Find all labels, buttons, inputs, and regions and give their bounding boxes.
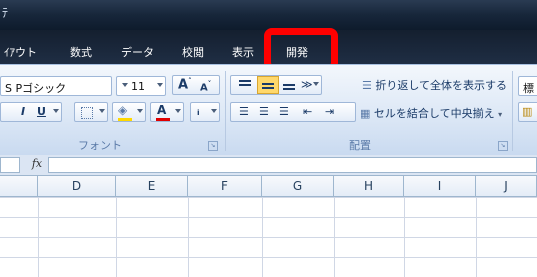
borders-icon — [81, 107, 93, 119]
tab-formulas[interactable]: 数式 — [70, 44, 92, 60]
cell-grid[interactable] — [0, 197, 537, 277]
merge-cells-icon: ▦ — [360, 107, 371, 120]
grid-line — [476, 197, 477, 277]
font-color-button[interactable]: A — [150, 102, 184, 122]
font-size-dropdown-icon — [122, 83, 128, 87]
align-right-icon[interactable]: ☰ — [279, 105, 289, 118]
group-separator — [225, 71, 226, 151]
column-header-h[interactable]: H — [334, 176, 404, 196]
fill-color-button[interactable]: ◈ — [112, 102, 146, 122]
borders-dropdown-icon — [99, 109, 105, 113]
formula-input[interactable] — [48, 157, 537, 173]
font-group-label: フォント — [78, 139, 122, 152]
tab-layout[interactable]: ｲｱウト — [4, 44, 37, 60]
column-header-e[interactable]: E — [116, 176, 188, 196]
column-headers: D E F G H I J — [0, 176, 537, 197]
grid-line — [334, 197, 335, 277]
grid-line — [188, 197, 189, 277]
align-center-icon[interactable]: ☰ — [259, 105, 269, 118]
window-title: ﾃ — [2, 6, 9, 20]
align-top-icon[interactable] — [235, 76, 257, 94]
font-size-combobox[interactable]: 11 — [116, 76, 166, 96]
currency-icon: ▥ — [522, 105, 533, 118]
column-header-d[interactable]: D — [38, 176, 116, 196]
font-color-dropdown-icon — [175, 109, 181, 113]
merge-dropdown-icon: ▾ — [498, 110, 503, 119]
insert-function-icon[interactable]: fx — [28, 157, 46, 173]
wrap-text-icon: ☰ — [362, 79, 372, 92]
grid-line — [404, 197, 405, 277]
borders-button[interactable] — [74, 102, 108, 122]
chevron-down-icon — [157, 83, 163, 87]
name-box[interactable] — [0, 157, 20, 173]
wrap-text-button[interactable]: ☰ 折り返して全体を表示する — [362, 77, 507, 93]
increase-indent-icon[interactable]: ⇥ — [325, 105, 334, 118]
number-format-value: 標 — [523, 82, 534, 95]
orientation-dropdown-icon[interactable] — [313, 82, 319, 86]
underline-icon[interactable]: U — [37, 105, 46, 118]
align-left-icon[interactable]: ☰ — [239, 105, 249, 118]
font-name-value: S Pゴシック — [5, 82, 67, 95]
column-header-partial[interactable] — [0, 176, 38, 196]
group-separator — [512, 71, 513, 151]
phonetic-button[interactable]: ᵢ — [190, 102, 220, 122]
currency-format-button[interactable]: ▥ — [518, 102, 537, 122]
font-color-swatch — [156, 118, 170, 121]
align-bottom-icon[interactable] — [279, 76, 299, 94]
orientation-icon[interactable]: ≫ — [301, 78, 313, 91]
font-dialog-launcher-icon[interactable]: ↘ — [208, 141, 218, 151]
merge-center-button[interactable]: ▦ セルを結合して中央揃え ▾ — [360, 105, 502, 121]
phonetic-guide-icon: ᵢ — [197, 104, 200, 118]
column-header-j[interactable]: J — [476, 176, 537, 196]
wrap-text-label: 折り返して全体を表示する — [375, 79, 508, 92]
font-name-combobox[interactable]: S Pゴシック — [0, 76, 112, 96]
formula-bar: fx — [0, 155, 537, 176]
vertical-align-buttons: ≫ — [230, 75, 322, 95]
grid-line — [38, 197, 39, 277]
align-middle-icon[interactable] — [257, 76, 279, 94]
grid-line — [262, 197, 263, 277]
font-size-adjust-buttons: A˄ A˅ — [172, 75, 220, 95]
tab-review[interactable]: 校閲 — [182, 44, 204, 60]
text-style-buttons: I U — [0, 102, 62, 122]
ribbon: S Pゴシック 11 A˄ A˅ I U ◈ A ᵢ フォント ↘ ≫ ☰ 折り… — [0, 64, 537, 155]
font-color-icon: A — [157, 103, 167, 117]
decrease-indent-icon[interactable]: ⇤ — [303, 105, 312, 118]
phonetic-dropdown-icon — [211, 109, 217, 113]
grid-line — [116, 197, 117, 277]
fill-bucket-icon: ◈ — [118, 103, 128, 117]
column-header-g[interactable]: G — [262, 176, 334, 196]
fill-color-swatch — [118, 118, 132, 121]
column-header-i[interactable]: I — [404, 176, 476, 196]
font-size-value: 11 — [131, 80, 145, 93]
alignment-dialog-launcher-icon[interactable]: ↘ — [498, 141, 508, 151]
alignment-group-label: 配置 — [349, 139, 371, 152]
tab-data[interactable]: データ — [121, 44, 154, 60]
tab-view[interactable]: 表示 — [232, 44, 254, 60]
italic-icon[interactable]: I — [21, 105, 25, 118]
horizontal-align-buttons: ☰ ☰ ☰ ⇤ ⇥ — [230, 102, 356, 122]
font-grow-icon[interactable]: A˄ — [178, 77, 192, 92]
underline-dropdown-icon[interactable] — [53, 109, 59, 113]
fill-dropdown-icon — [137, 109, 143, 113]
number-format-combobox[interactable]: 標 — [518, 76, 537, 96]
title-bar: ﾃ — [0, 0, 537, 30]
font-shrink-icon[interactable]: A˅ — [200, 80, 211, 93]
merge-center-label: セルを結合して中央揃え — [373, 107, 495, 120]
column-header-f[interactable]: F — [188, 176, 262, 196]
